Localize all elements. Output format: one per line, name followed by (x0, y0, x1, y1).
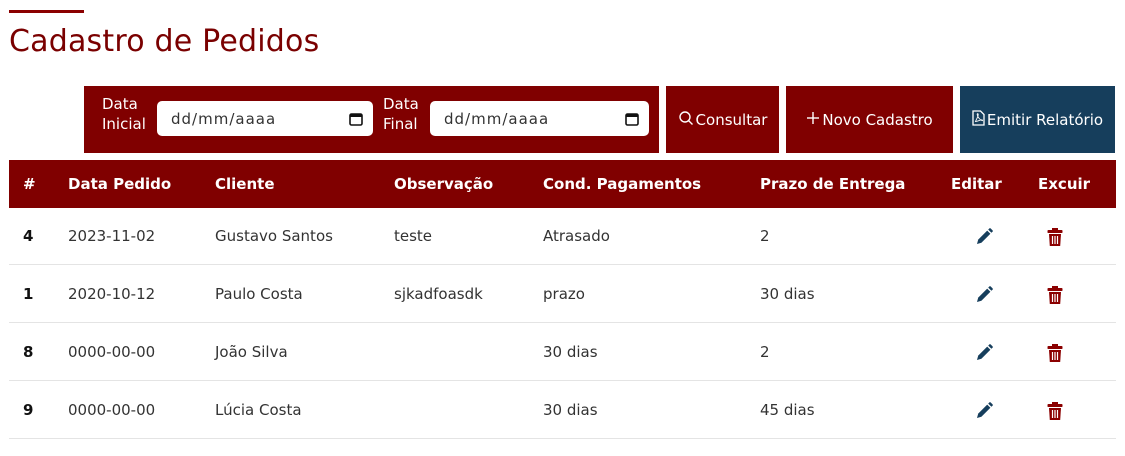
cell-prazo-entrega: 30 dias (760, 285, 815, 303)
cell-cliente: Gustavo Santos (215, 227, 333, 245)
cell-id: 9 (23, 401, 34, 419)
col-header-observacao: Observação (394, 175, 494, 193)
pencil-icon[interactable] (972, 225, 996, 249)
calendar-icon[interactable] (349, 112, 363, 126)
calendar-icon[interactable] (625, 112, 639, 126)
cell-cond-pagamento: 30 dias (543, 343, 598, 361)
emitir-relatorio-label: Emitir Relatório (986, 110, 1104, 129)
emitir-relatorio-button[interactable]: Emitir Relatório (960, 86, 1115, 153)
page-title: Cadastro de Pedidos (9, 24, 320, 59)
plus-icon (806, 111, 822, 129)
date-filter-panel: Data Inicial dd/mm/aaaa Data Final dd/mm… (84, 86, 659, 153)
cell-data-pedido: 0000-00-00 (68, 343, 156, 361)
col-header-excluir: Excuir (1038, 175, 1091, 193)
cell-observacao: sjkadfoasdk (394, 285, 483, 303)
col-header-id: # (23, 175, 36, 193)
table-row: 4 2023-11-02 Gustavo Santos teste Atrasado 2 (9, 208, 1116, 265)
table-row: 1 2020-10-12 Paulo Costa sjkadfoasdk prazo 30… (9, 266, 1116, 323)
trash-icon[interactable] (1043, 283, 1067, 307)
start-date-value: dd/mm/aaaa (171, 109, 277, 128)
cell-prazo-entrega: 2 (760, 227, 770, 245)
pencil-icon[interactable] (972, 283, 996, 307)
consultar-button[interactable]: Consultar (666, 86, 779, 153)
cell-id: 1 (23, 285, 34, 303)
start-date-input[interactable]: dd/mm/aaaa (157, 101, 373, 136)
start-date-label: Data Inicial (102, 95, 146, 133)
trash-icon[interactable] (1043, 399, 1067, 423)
novo-cadastro-label: Novo Cadastro (822, 110, 933, 129)
table-row: 8 0000-00-00 João Silva 30 dias 2 (9, 324, 1116, 381)
novo-cadastro-button[interactable]: Novo Cadastro (786, 86, 953, 153)
trash-icon[interactable] (1043, 225, 1067, 249)
consultar-label: Consultar (695, 110, 768, 129)
cell-prazo-entrega: 45 dias (760, 401, 815, 419)
cell-data-pedido: 0000-00-00 (68, 401, 156, 419)
title-accent-bar (9, 10, 84, 13)
col-header-data-pedido: Data Pedido (68, 175, 172, 193)
col-header-prazo-entrega: Prazo de Entrega (760, 175, 906, 193)
cell-observacao: teste (394, 227, 433, 245)
cell-prazo-entrega: 2 (760, 343, 770, 361)
end-date-value: dd/mm/aaaa (444, 109, 550, 128)
cell-data-pedido: 2020-10-12 (68, 285, 156, 303)
table-header: # Data Pedido Cliente Observação Cond. P… (9, 160, 1116, 208)
pdf-file-icon (972, 109, 987, 130)
cell-cond-pagamento: prazo (543, 285, 585, 303)
end-date-label: Data Final (383, 95, 419, 133)
col-header-cond-pagamentos: Cond. Pagamentos (543, 175, 702, 193)
cell-data-pedido: 2023-11-02 (68, 227, 156, 245)
cell-id: 4 (23, 227, 34, 245)
end-date-input[interactable]: dd/mm/aaaa (430, 101, 649, 136)
cell-id: 8 (23, 343, 34, 361)
cell-cliente: Paulo Costa (215, 285, 303, 303)
search-icon (678, 110, 696, 130)
cell-cond-pagamento: Atrasado (543, 227, 610, 245)
cell-cond-pagamento: 30 dias (543, 401, 598, 419)
pencil-icon[interactable] (972, 341, 996, 365)
col-header-cliente: Cliente (215, 175, 275, 193)
trash-icon[interactable] (1043, 341, 1067, 365)
cell-cliente: Lúcia Costa (215, 401, 302, 419)
table-row: 9 0000-00-00 Lúcia Costa 30 dias 45 dias (9, 382, 1116, 439)
pencil-icon[interactable] (972, 399, 996, 423)
cell-cliente: João Silva (215, 343, 288, 361)
col-header-editar: Editar (951, 175, 1002, 193)
